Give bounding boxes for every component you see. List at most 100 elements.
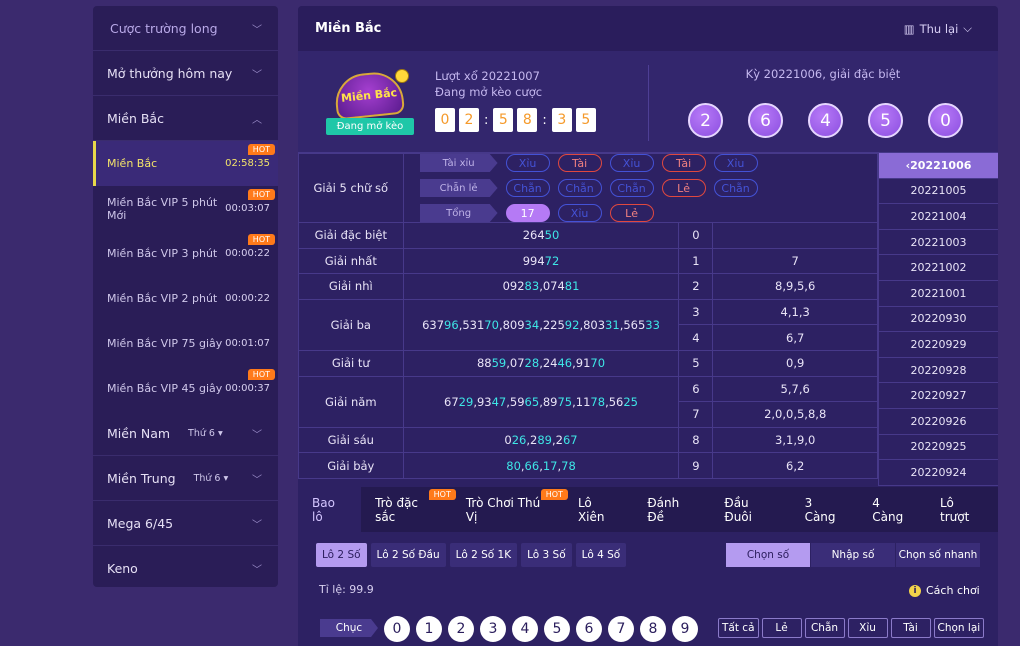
- tab-item[interactable]: Trò đặc sắc HOT: [361, 487, 456, 532]
- head-digit: 3: [678, 298, 714, 326]
- mode-button[interactable]: Nhập số: [811, 543, 895, 567]
- period-item[interactable]: 20220930: [878, 306, 998, 333]
- period-item[interactable]: 20220928: [878, 357, 998, 384]
- sidebar-mien-bac[interactable]: Miền Bắc ︿: [93, 96, 278, 141]
- period-label: 20220925: [910, 440, 967, 454]
- head-digit: 6: [678, 375, 714, 403]
- sidebar-item[interactable]: Miền Bắc 02:58:35 HOT: [93, 141, 278, 186]
- sidebar-item[interactable]: Miền Bắc VIP 45 giây 00:00:37 HOT: [93, 366, 278, 411]
- tail-digits: 7: [712, 247, 878, 275]
- prize-numbers: 026,289,267: [402, 426, 680, 454]
- mode-button[interactable]: Chọn số nhanh: [896, 543, 980, 567]
- period-item[interactable]: 20220924: [878, 460, 998, 486]
- sidebar-section[interactable]: Keno ﹀: [93, 546, 278, 587]
- highlight-digits: 47: [491, 394, 507, 409]
- sidebar-today[interactable]: Mở thưởng hôm nay ﹀: [93, 51, 278, 96]
- head-digit: 4: [678, 324, 714, 351]
- tab-item[interactable]: Bao lô: [298, 487, 362, 532]
- prize-numbers: 6729,9347,5965,8975,1178,5625: [402, 375, 680, 428]
- period-label: 20221004: [910, 209, 967, 223]
- tab-item[interactable]: Lô trượt: [926, 487, 998, 532]
- sidebar-item[interactable]: Miền Bắc VIP 2 phút 00:00:22: [93, 276, 278, 321]
- previous-draw-balls: 26450: [688, 103, 963, 138]
- tab-item[interactable]: Lô Xiên: [564, 487, 633, 532]
- digit-button[interactable]: 5: [544, 616, 570, 642]
- period-label: 20220929: [910, 337, 967, 351]
- period-item[interactable]: 20220926: [878, 408, 998, 435]
- result-ball: 0: [928, 103, 963, 138]
- digit-button[interactable]: 2: [448, 616, 474, 642]
- prize-label: Giải đặc biệt: [298, 222, 404, 249]
- sidebar-item[interactable]: Miền Bắc VIP 5 phút Mới 00:03:07 HOT: [93, 186, 278, 231]
- sub-tab[interactable]: Lô 2 Số: [316, 543, 367, 567]
- day-dropdown[interactable]: Thứ 6: [188, 428, 223, 439]
- tail-digits: 2,0,0,5,8,8: [712, 401, 878, 428]
- tab-label: Bao lô: [312, 495, 335, 524]
- sidebar-section[interactable]: Miền Trung Thứ 6 ﹀: [93, 456, 278, 501]
- quick-filter-button[interactable]: Xỉu: [847, 618, 888, 638]
- chevron-down-icon: ⌵: [963, 21, 972, 35]
- how-to-play-link[interactable]: i Cách chơi: [909, 584, 980, 597]
- period-item[interactable]: 20221001: [878, 280, 998, 307]
- quick-filter-button[interactable]: Chẵn: [804, 618, 845, 638]
- sub-tab[interactable]: Lô 3 Số: [521, 543, 572, 567]
- table-row: Giải ba 63796,53170,80934,22592,80331,565…: [298, 298, 878, 351]
- highlight-digits: 46: [557, 356, 573, 371]
- sub-tab[interactable]: Lô 2 Số 1K: [449, 543, 518, 567]
- collapse-button[interactable]: ▥ Thu lại ⌵: [904, 21, 972, 36]
- countdown-digit: 5: [575, 108, 596, 132]
- quick-filter-button[interactable]: Lẻ: [761, 618, 802, 638]
- period-item[interactable]: 20221004: [878, 204, 998, 230]
- sub-tab[interactable]: Lô 2 Số Đầu: [370, 543, 446, 567]
- tab-item[interactable]: 4 Càng: [858, 487, 926, 532]
- sidebar-item-time: 00:03:07: [225, 203, 270, 214]
- sidebar-section[interactable]: Miền Nam Thứ 6 ﹀: [93, 411, 278, 456]
- digit-button[interactable]: 4: [512, 616, 538, 642]
- result-ball: 2: [688, 103, 723, 138]
- sub-tabs: Lô 2 Số Lô 2 Số Đầu Lô 2 Số 1K Lô 3 Số Lô 4 …: [316, 543, 627, 567]
- period-item[interactable]: 20221003: [878, 229, 998, 256]
- countdown-separator: :: [542, 112, 547, 128]
- tab-label: Trò Chơi Thú Vị: [465, 495, 541, 524]
- period-item[interactable]: 20221002: [878, 255, 998, 281]
- period-item[interactable]: 20221005: [878, 178, 998, 205]
- tab-item[interactable]: 3 Càng: [791, 487, 859, 532]
- digit-button[interactable]: 3: [480, 616, 506, 642]
- period-item[interactable]: 20220925: [878, 434, 998, 461]
- result-chip: Chẵn: [505, 179, 550, 197]
- digit-button[interactable]: 8: [640, 616, 666, 642]
- sidebar-item[interactable]: Miền Bắc VIP 3 phút 00:00:22 HOT: [93, 231, 278, 276]
- mode-button[interactable]: Chọn số: [726, 543, 810, 567]
- sidebar-section-label: Miền Nam: [107, 425, 171, 441]
- tab-item[interactable]: Đầu Đuôi: [710, 487, 790, 532]
- quick-filter-button[interactable]: Tài: [890, 618, 931, 638]
- digit-button[interactable]: 9: [672, 616, 698, 642]
- highlight-digits: 96: [444, 317, 459, 332]
- sidebar-long-bet[interactable]: Cược trường long ﹀: [93, 6, 278, 51]
- digit-button[interactable]: 7: [608, 616, 634, 642]
- table-row: Giải sáu 026,289,267 8 3,1,9,0: [298, 426, 878, 454]
- sidebar-item[interactable]: Miền Bắc VIP 75 giây 00:01:07: [93, 321, 278, 366]
- sidebar-long-bet-label: Cược trường long: [110, 20, 218, 36]
- period-item[interactable]: ‹ 20221006: [878, 153, 998, 179]
- result-chip: Lẻ: [609, 204, 654, 222]
- highlight-digits: 34: [524, 317, 540, 332]
- sidebar-section[interactable]: Mega 6/45 ﹀: [93, 501, 278, 546]
- period-item[interactable]: 20220927: [878, 383, 998, 409]
- digit-button[interactable]: 0: [384, 616, 410, 642]
- highlight-digits: 78: [590, 394, 606, 409]
- quick-filter-button[interactable]: Chọn lại: [933, 618, 985, 638]
- highlight-digits: 17: [542, 458, 558, 473]
- tab-item[interactable]: Đánh Đề: [633, 487, 710, 532]
- day-dropdown[interactable]: Thứ 6: [194, 473, 229, 484]
- tab-item[interactable]: Trò Chơi Thú Vị HOT: [452, 487, 568, 532]
- sub-tab[interactable]: Lô 4 Số: [575, 543, 627, 567]
- period-item[interactable]: 20220929: [878, 332, 998, 358]
- table-row: Giải 5 chữ số Tài xỉu Xỉu Tài Xỉu Tài Xỉu Chẵn …: [298, 153, 879, 223]
- chip-row: Tài xỉu Xỉu Tài Xỉu Tài Xỉu: [419, 154, 758, 172]
- digit-button[interactable]: 6: [576, 616, 602, 642]
- digit-button[interactable]: 1: [416, 616, 442, 642]
- tens-label: Chục: [320, 619, 378, 637]
- collapse-label: Thu lại: [919, 21, 959, 36]
- quick-filter-button[interactable]: Tất cả: [718, 618, 759, 638]
